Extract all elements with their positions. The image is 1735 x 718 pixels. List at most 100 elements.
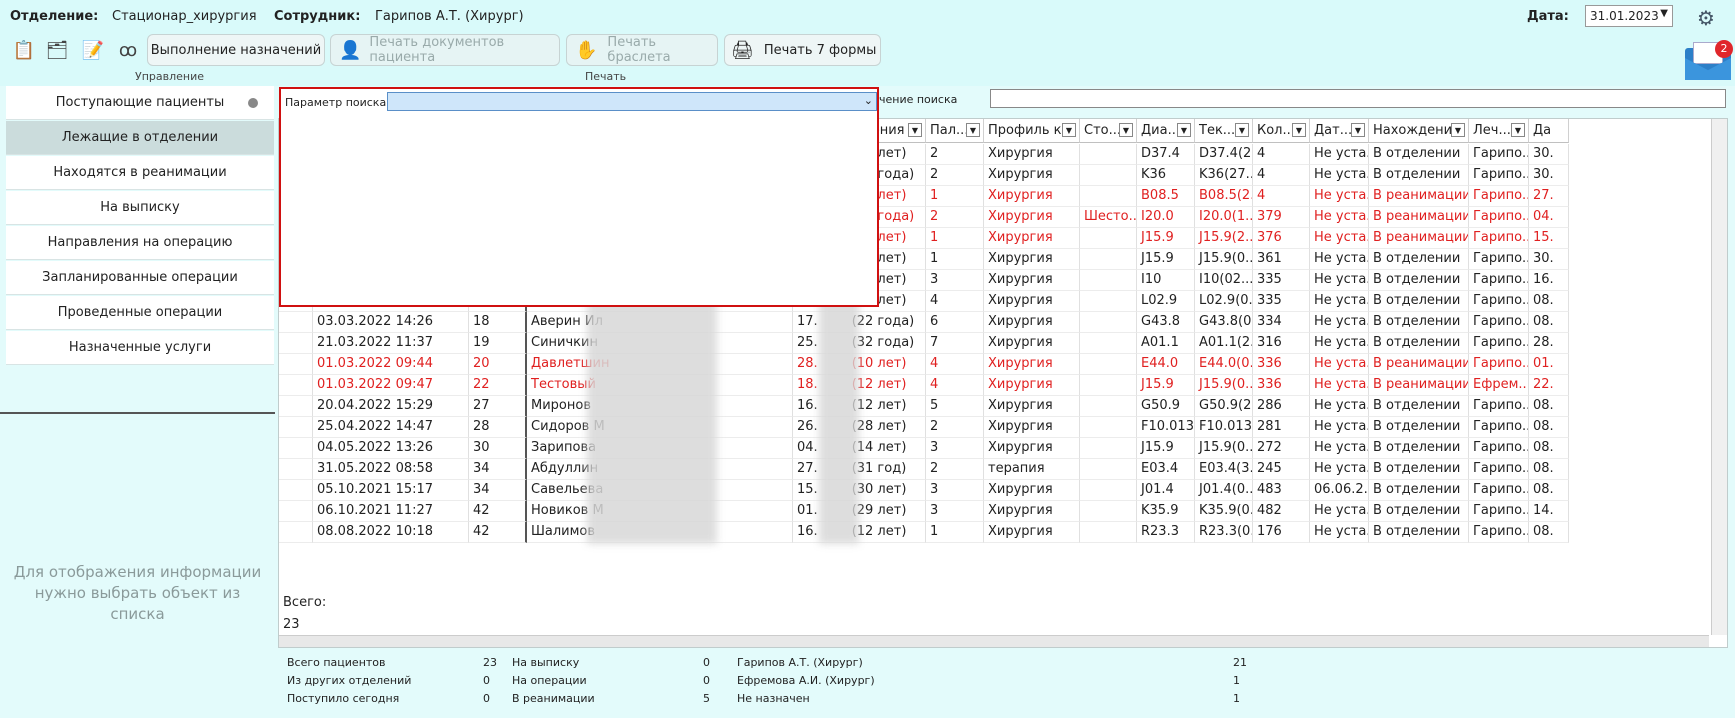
filter-icon[interactable]: ▼ — [1351, 123, 1365, 137]
nav-surgery-referrals[interactable]: Направления на операцию — [6, 226, 274, 260]
table-cell: G43.8 — [1137, 312, 1195, 333]
table-cell: J15.9(0... — [1195, 249, 1253, 270]
column-header[interactable]: Сто... ▼ — [1080, 119, 1137, 143]
filter-icon[interactable]: ▼ — [1451, 123, 1465, 137]
column-header-label: Леч... — [1473, 123, 1511, 138]
table-cell: R23.3 — [1137, 522, 1195, 543]
filter-icon[interactable]: ▼ — [1062, 123, 1076, 137]
table-row[interactable]: 04.05.2022 13:26 30 Зарипова 04. (14 лет) 3 Хи… — [279, 438, 1727, 459]
table-cell: 316 — [1253, 333, 1310, 354]
filter-icon[interactable]: ▼ — [966, 123, 980, 137]
birth-date: 01. — [797, 503, 818, 518]
table-cell: K35.9(0... — [1195, 501, 1253, 522]
print-patient-docs-button[interactable]: 👤 Печать документов пациента — [330, 34, 560, 66]
table-cell: 2 — [926, 165, 984, 186]
filter-icon[interactable]: ▼ — [1235, 123, 1249, 137]
table-cell: 245 — [1253, 459, 1310, 480]
search-param-select[interactable]: ⌄ — [387, 92, 877, 111]
table-cell: J15.9(0... — [1195, 375, 1253, 396]
column-header[interactable]: Леч... ▼ — [1469, 119, 1529, 143]
date-picker[interactable]: 31.01.2023 ▼ — [1585, 5, 1673, 27]
nav-discharge[interactable]: На выписку — [6, 191, 274, 225]
ear-icon[interactable]: ꝏ — [113, 34, 143, 66]
column-header[interactable]: Дат... ▼ — [1310, 119, 1369, 143]
horizontal-scrollbar[interactable] — [279, 635, 1709, 647]
clipboard-icon[interactable]: 📋 — [9, 34, 39, 66]
table-cell: 08. — [1529, 522, 1569, 543]
filter-icon[interactable]: ▼ — [1511, 123, 1525, 137]
table-cell: E44.0(0... — [1195, 354, 1253, 375]
nav-icu[interactable]: Находятся в реанимации — [6, 156, 274, 190]
table-cell: 27. (31 год) — [793, 459, 926, 480]
table-cell: В отделении — [1369, 438, 1469, 459]
table-cell — [1080, 354, 1137, 375]
table-cell — [279, 501, 313, 522]
table-cell: 281 — [1253, 417, 1310, 438]
table-cell — [1080, 480, 1137, 501]
column-header[interactable]: Кол... ▼ — [1253, 119, 1310, 143]
table-cell — [279, 375, 313, 396]
nav-incoming[interactable]: Поступающие пациенты — [6, 86, 274, 120]
table-row[interactable]: 01.03.2022 09:47 22 Тестовый 18. (12 лет) 4 Хи… — [279, 375, 1727, 396]
table-cell: Не уста... — [1310, 333, 1369, 354]
stat-label: Ефремова А.И. (Хирург) — [737, 674, 875, 687]
filter-icon[interactable]: ▼ — [1292, 123, 1306, 137]
nav-inpatients[interactable]: Лежащие в отделении — [6, 121, 274, 155]
table-cell — [279, 522, 313, 543]
table-cell: J15.9 — [1137, 228, 1195, 249]
table-row[interactable]: 05.10.2021 15:17 34 Савельева 15. (30 лет) 3 Х… — [279, 480, 1727, 501]
table-cell: 08. — [1529, 312, 1569, 333]
table-row[interactable]: 08.08.2022 10:18 42 Шалимов 16. (12 лет) 1 Хир… — [279, 522, 1727, 543]
table-cell: 16. — [1529, 270, 1569, 291]
birth-date: 27. — [797, 461, 818, 476]
table-row[interactable]: 01.03.2022 09:44 20 Давлетшин 28. (10 лет) 4 Х… — [279, 354, 1727, 375]
print-form7-label: Печать 7 формы — [763, 42, 877, 58]
table-row[interactable]: 31.05.2022 08:58 34 Абдуллин 27. (31 год) 2 те… — [279, 459, 1727, 480]
filter-icon[interactable]: ▼ — [1119, 123, 1133, 137]
table-row[interactable]: 25.04.2022 14:47 28 Сидоров М 26. (28 лет) 2 Х… — [279, 417, 1727, 438]
birth-date: 16. — [797, 524, 818, 539]
column-header[interactable]: Тек... ▼ — [1195, 119, 1253, 143]
nav-performed-surgeries[interactable]: Проведенные операции — [6, 296, 274, 330]
table-cell: Гарипо... — [1469, 228, 1529, 249]
table-cell: В отделении — [1369, 522, 1469, 543]
column-header[interactable]: Профиль к... ▼ — [984, 119, 1080, 143]
info-message: Для отображения информации нужно выбрать… — [13, 563, 262, 623]
nav-planned-surgeries[interactable]: Запланированные операции — [6, 261, 274, 295]
table-row[interactable]: 06.10.2021 11:27 42 Новиков М 01. (29 лет) 3 Х… — [279, 501, 1727, 522]
column-header-label: Да — [1533, 123, 1552, 138]
filter-icon[interactable]: ▼ — [908, 123, 922, 137]
column-header[interactable]: Пал... ▼ — [926, 119, 984, 143]
table-cell: 08. — [1529, 291, 1569, 312]
search-value-input[interactable] — [990, 89, 1726, 108]
checklist-icon[interactable]: 📝 — [78, 34, 108, 66]
column-header-label: Сто... — [1084, 123, 1122, 138]
table-cell: Хирургия — [984, 354, 1080, 375]
stat-label: На операции — [512, 674, 587, 687]
execute-orders-button[interactable]: Выполнение назначений — [147, 34, 325, 66]
column-header[interactable]: Нахождение ▼ — [1369, 119, 1469, 143]
gear-icon[interactable]: ⚙ — [1697, 6, 1715, 30]
table-row[interactable]: 20.04.2022 15:29 27 Миронов 16. (12 лет) 5 Хир… — [279, 396, 1727, 417]
add-document-icon[interactable]: 🗂 — [42, 34, 72, 66]
print-form7-button[interactable]: 🖨 Печать 7 формы — [724, 34, 881, 66]
table-cell: A01.1 — [1137, 333, 1195, 354]
stat-value: 21 — [1233, 656, 1247, 669]
table-row[interactable]: 03.03.2022 14:26 18 Аверин Ил 17. (22 года) 6… — [279, 312, 1727, 333]
column-header[interactable]: Да — [1529, 119, 1569, 143]
print-bracelet-button[interactable]: ✋ Печать браслета — [566, 34, 718, 66]
table-cell: 7 — [926, 333, 984, 354]
table-cell: 08. — [1529, 396, 1569, 417]
table-cell: Не уста... — [1310, 459, 1369, 480]
column-header[interactable]: Диа... ▼ — [1137, 119, 1195, 143]
table-row[interactable]: 21.03.2022 11:37 19 Синичкин 25. (32 года) 7 Х… — [279, 333, 1727, 354]
vertical-scrollbar[interactable] — [1711, 119, 1727, 635]
table-cell: Гарипо... — [1469, 186, 1529, 207]
filter-icon[interactable]: ▼ — [1177, 123, 1191, 137]
search-param-dropdown[interactable]: Параметр поиска ⌄ — [279, 87, 879, 307]
nav-assigned-services[interactable]: Назначенные услуги — [6, 331, 274, 365]
table-cell: В реанимации... — [1369, 228, 1469, 249]
stat-label: Поступило сегодня — [287, 692, 400, 705]
user-print-icon: 👤 — [339, 39, 362, 61]
mail-icon[interactable]: 2 — [1683, 38, 1733, 82]
